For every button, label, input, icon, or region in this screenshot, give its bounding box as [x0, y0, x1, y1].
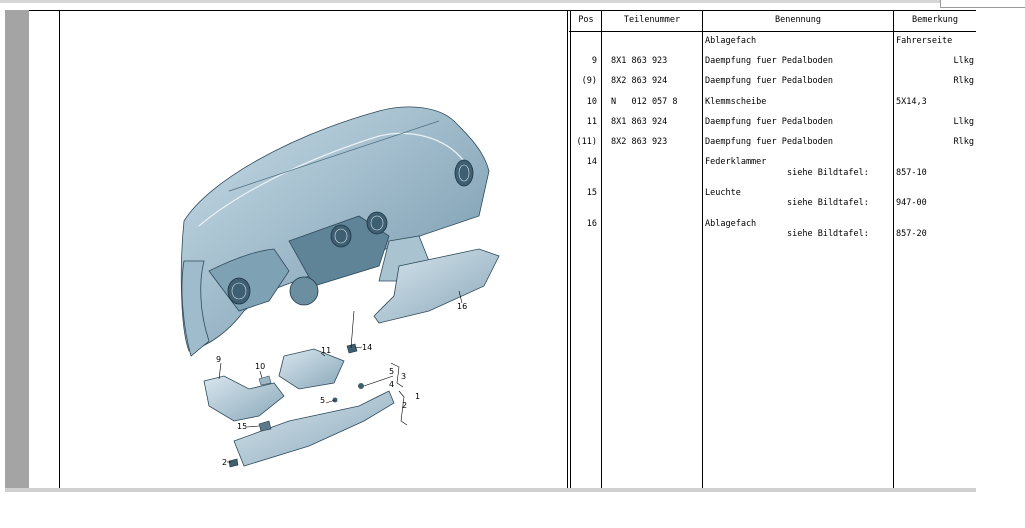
row-1-teilenummer: 8X1 863 923 — [611, 56, 668, 66]
row-1-pos: 9 — [591, 56, 597, 66]
pedal-floor-damper — [203, 375, 285, 422]
row-7-pos: 15 — [586, 188, 597, 198]
row-7-benennung: Leuchte — [705, 188, 741, 198]
toolbar-corner — [940, 0, 1025, 8]
row-3-pos: 10 — [586, 97, 597, 107]
header-bemerkung: Bemerkung — [911, 15, 959, 25]
callout-2b: 2 — [222, 458, 227, 467]
callout-4: 4 — [389, 380, 394, 389]
row-2-bemerkung: Rlkg — [953, 76, 974, 86]
callout-14: 14 — [362, 343, 372, 352]
row-5-bemerkung: Rlkg — [953, 137, 974, 147]
row-3-teilenummer: N 012 057 8 — [611, 97, 678, 107]
row-1-bemerkung: Llkg — [953, 56, 974, 66]
callout-10: 10 — [255, 362, 265, 371]
header-pos: Pos — [578, 15, 594, 25]
row-8-sub: siehe Bildtafel: — [787, 229, 869, 239]
callout-5a: 5 — [389, 367, 394, 376]
parts-table: Pos Teilenummer Benennung Bemerkung Abla… — [569, 11, 976, 489]
parts-page: 16 9 10 11 14 5 3 4 1 2 5 15 2 Pos Teile… — [29, 10, 976, 490]
row-6-bemerkung: 857-10 — [896, 168, 927, 178]
callout-9: 9 — [216, 355, 221, 364]
dashboard-diagram: 16 9 10 11 14 5 3 4 1 2 5 15 2 — [180, 106, 500, 468]
col-rule-1 — [601, 11, 602, 489]
row-8-pos: 16 — [586, 219, 597, 229]
spring-clip — [346, 343, 358, 354]
row-6-benennung: Federklammer — [705, 157, 767, 167]
row-3-benennung: Klemmscheibe — [705, 97, 767, 107]
row-7-sub: siehe Bildtafel: — [787, 198, 869, 208]
row-4-teilenummer: 8X1 863 924 — [611, 117, 668, 127]
row-8-bemerkung: 857-20 — [896, 229, 927, 239]
pedal-floor-damper-2 — [278, 348, 345, 390]
row-2-pos: (9) — [581, 76, 597, 86]
row-5-teilenummer: 8X2 863 923 — [611, 137, 668, 147]
lamp-part — [258, 420, 272, 432]
row-8-benennung: Ablagefach — [705, 219, 757, 229]
callout-5b: 5 — [320, 396, 325, 405]
col-rule-3 — [893, 11, 894, 489]
header-teilenummer: Teilenummer — [623, 15, 681, 25]
row-5-benennung: Daempfung fuer Pedalboden — [705, 137, 833, 147]
callout-11: 11 — [321, 346, 331, 355]
window-top-edge — [0, 0, 1025, 3]
row-2-teilenummer: 8X2 863 924 — [611, 76, 668, 86]
bottom-scroll-edge — [5, 488, 976, 492]
callout-15: 15 — [237, 422, 247, 431]
exploded-view-illustration: 16 9 10 11 14 5 3 4 1 2 5 15 2 — [59, 11, 596, 489]
row-0-bemerkung: Fahrerseite — [896, 36, 953, 46]
row-4-bemerkung: Llkg — [953, 117, 974, 127]
header-rule — [569, 31, 976, 32]
row-6-sub: siehe Bildtafel: — [787, 168, 869, 178]
row-1-benennung: Daempfung fuer Pedalboden — [705, 56, 833, 66]
row-6-pos: 14 — [586, 157, 597, 167]
clamp-washer — [258, 375, 272, 386]
callout-1: 1 — [415, 392, 420, 401]
callout-16: 16 — [457, 302, 467, 311]
row-4-benennung: Daempfung fuer Pedalboden — [705, 117, 833, 127]
row-4-pos: 11 — [586, 117, 597, 127]
row-5-pos: (11) — [576, 137, 597, 147]
page-left-margin — [5, 10, 29, 488]
callout-3: 3 — [401, 372, 406, 381]
row-7-bemerkung: 947-00 — [896, 198, 927, 208]
row-3-bemerkung: 5X14,3 — [896, 97, 927, 107]
row-2-benennung: Daempfung fuer Pedalboden — [705, 76, 833, 86]
screw-part — [228, 458, 239, 468]
fastener-part — [358, 383, 364, 389]
callout-2a: 2 — [402, 401, 407, 410]
header-benennung: Benennung — [774, 15, 822, 25]
row-0-benennung: Ablagefach — [705, 36, 757, 46]
col-rule-2 — [702, 11, 703, 489]
